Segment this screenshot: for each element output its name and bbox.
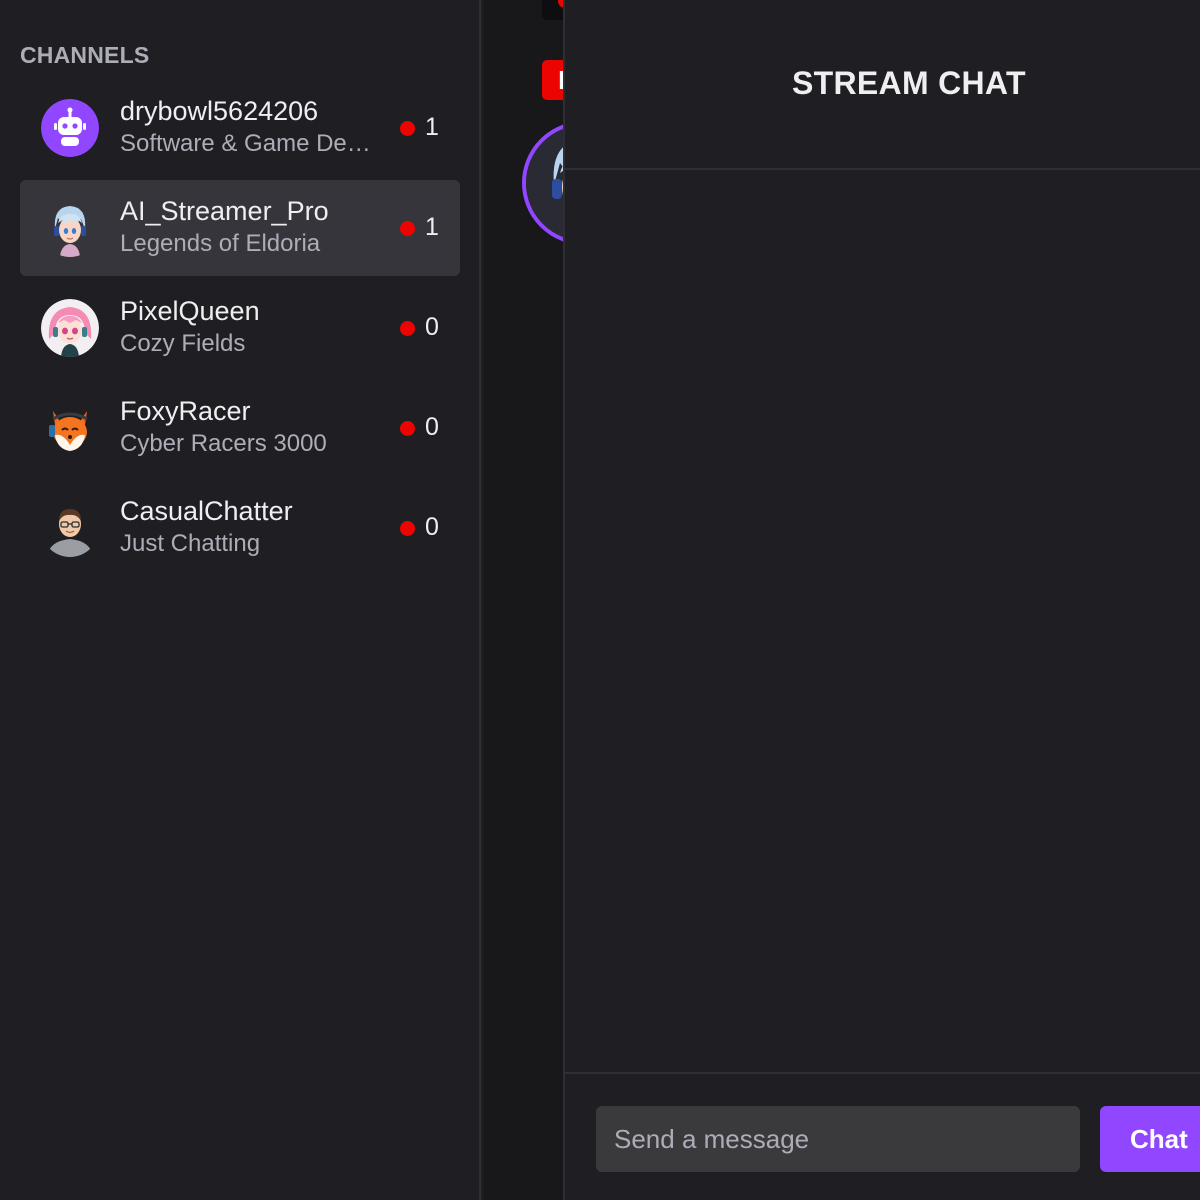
- viewer-count: 0: [425, 313, 439, 341]
- viewer-count: 1: [425, 113, 439, 141]
- channel-item-ai-streamer-pro[interactable]: AI_Streamer_Pro Legends of Eldoria 1: [20, 180, 460, 276]
- viewer-count: 1: [425, 213, 439, 241]
- man-glasses-icon: [41, 499, 99, 557]
- viewer-count: 0: [425, 513, 439, 541]
- sidebar-title: CHANNELS: [20, 42, 150, 68]
- channel-game: Legends of Eldoria: [120, 230, 321, 257]
- anime-boy-icon: [41, 199, 99, 257]
- channel-name: CasualChatter: [120, 496, 293, 526]
- channel-name: PixelQueen: [120, 296, 260, 326]
- streamer-avatar: [522, 121, 563, 245]
- chat-send-button[interactable]: Chat: [1100, 1106, 1200, 1172]
- app: CHANNELS drybowl5624206 Software & Game …: [0, 0, 1200, 1200]
- channel-game: Software & Game Development: [120, 130, 375, 157]
- chat-message-input[interactable]: [596, 1106, 1080, 1172]
- channel-sidebar: CHANNELS drybowl5624206 Software & Game …: [0, 0, 481, 1200]
- channel-name: drybowl5624206: [120, 96, 319, 126]
- channel-item-foxyracer[interactable]: FoxyRacer Cyber Racers 3000 0: [20, 380, 460, 476]
- live-dot-icon: [400, 321, 415, 336]
- live-badge: LIVE: [542, 60, 563, 100]
- channel-name: FoxyRacer: [120, 396, 251, 426]
- chat-header: STREAM CHAT: [565, 0, 1200, 170]
- live-dot-icon: [400, 521, 415, 536]
- channel-item-pixelqueen[interactable]: PixelQueen Cozy Fields 0: [20, 280, 460, 376]
- channel-name: AI_Streamer_Pro: [120, 196, 329, 226]
- live-dot-icon: [400, 421, 415, 436]
- chat-panel: STREAM CHAT Chat: [563, 0, 1200, 1200]
- robot-icon: [41, 99, 99, 157]
- channel-game: Just Chatting: [120, 530, 261, 557]
- channel-item-drybowl[interactable]: drybowl5624206 Software & Game Developme…: [20, 80, 460, 176]
- viewer-count: 0: [425, 413, 439, 441]
- anime-boy-icon: [526, 125, 563, 241]
- fox-icon: [41, 399, 99, 457]
- channel-game: Cozy Fields: [120, 330, 246, 357]
- live-dot-icon: [400, 121, 415, 136]
- chat-messages[interactable]: [565, 170, 1200, 1072]
- channel-game: Cyber Racers 3000: [120, 430, 327, 457]
- chat-footer: Chat: [565, 1072, 1200, 1200]
- chat-title: STREAM CHAT: [792, 65, 1026, 101]
- viewer-chip: 1: [542, 0, 563, 20]
- anime-girl-icon: [41, 299, 99, 357]
- video-area: 1 LIVE: [483, 0, 563, 1200]
- live-dot-icon: [400, 221, 415, 236]
- channel-item-casualchatter[interactable]: CasualChatter Just Chatting 0: [20, 480, 460, 576]
